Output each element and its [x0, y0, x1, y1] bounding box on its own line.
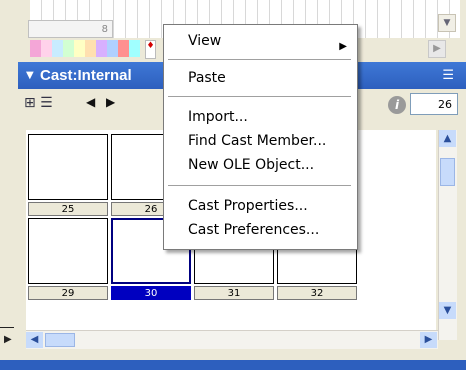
- vertical-scroll-thumb[interactable]: [440, 158, 455, 186]
- chevron-right-icon: ▶: [424, 334, 433, 345]
- horizontal-scroll-thumb[interactable]: [45, 333, 75, 347]
- menu-separator: [168, 96, 351, 97]
- cast-member-thumbnail[interactable]: [28, 218, 108, 284]
- menu-item-label: Paste: [188, 70, 226, 86]
- cast-member-number-field[interactable]: 26: [410, 93, 458, 115]
- scroll-down-button[interactable]: ▼: [439, 302, 456, 319]
- color-swatch[interactable]: [129, 40, 140, 57]
- color-swatch[interactable]: [118, 40, 129, 57]
- cast-member-cell[interactable]: 25: [28, 134, 108, 220]
- chevron-left-icon: ◀: [30, 334, 39, 345]
- panel-options-icon[interactable]: ☰: [442, 68, 454, 83]
- menu-item-paste[interactable]: Paste: [164, 68, 357, 88]
- cast-member-number: 32: [277, 286, 357, 300]
- color-swatch[interactable]: [41, 40, 52, 57]
- cast-member-cell[interactable]: 29: [28, 218, 108, 304]
- color-swatch[interactable]: [85, 40, 96, 57]
- color-swatch[interactable]: [52, 40, 63, 57]
- bottom-window-frame: [0, 358, 466, 370]
- left-window-edge: [0, 62, 18, 370]
- menu-item-label: View: [188, 33, 222, 49]
- menu-item-cast-preferences[interactable]: Cast Preferences...: [164, 220, 357, 240]
- score-scroll-down-button[interactable]: ▼: [438, 14, 456, 32]
- next-cast-member-button[interactable]: ▶: [106, 95, 115, 109]
- menu-separator: [168, 185, 351, 186]
- chevron-up-icon: ▲: [443, 133, 452, 144]
- score-color-strip: [30, 40, 140, 57]
- previous-cast-member-button[interactable]: ◀: [86, 95, 95, 109]
- frame-number-cell: 8: [28, 20, 113, 38]
- scroll-right-button[interactable]: ▶: [420, 332, 437, 348]
- color-swatch[interactable]: [107, 40, 118, 57]
- play-icon[interactable]: ▶: [4, 334, 12, 345]
- menu-item-cast-properties[interactable]: Cast Properties...: [164, 196, 357, 216]
- color-swatch[interactable]: [96, 40, 107, 57]
- chevron-down-icon: ▼: [443, 18, 451, 28]
- scroll-up-button[interactable]: ▲: [439, 130, 456, 147]
- divider: [0, 327, 14, 328]
- menu-item-label: Find Cast Member...: [188, 133, 327, 149]
- menu-item-label: Import...: [188, 109, 248, 125]
- cast-member-number: 25: [28, 202, 108, 216]
- menu-item-new-ole-object[interactable]: New OLE Object...: [164, 155, 357, 175]
- scroll-left-button[interactable]: ◀: [26, 332, 43, 348]
- cast-window-title: Cast:Internal: [40, 67, 132, 84]
- menu-item-label: New OLE Object...: [188, 157, 315, 173]
- menu-item-view[interactable]: View ▶: [164, 31, 357, 52]
- context-menu: View ▶ Paste Import... Find Cast Member.…: [163, 24, 358, 250]
- color-swatch[interactable]: [74, 40, 85, 57]
- horizontal-scrollbar[interactable]: ◀ ▶: [26, 330, 438, 349]
- menu-item-label: Cast Preferences...: [188, 222, 320, 238]
- color-swatch[interactable]: [30, 40, 41, 57]
- playhead-marker-icon[interactable]: ♦: [145, 40, 156, 59]
- vertical-scrollbar[interactable]: ▲ ▼: [438, 130, 457, 340]
- collapse-arrow-icon[interactable]: ▼: [26, 70, 34, 81]
- frame-number: 8: [101, 24, 108, 35]
- score-scroll-right-button[interactable]: ▶: [428, 40, 446, 58]
- menu-item-find-cast-member[interactable]: Find Cast Member...: [164, 131, 357, 151]
- cast-member-info-icon[interactable]: i: [388, 96, 406, 114]
- menu-item-import[interactable]: Import...: [164, 107, 357, 127]
- chevron-right-icon: ▶: [433, 43, 441, 54]
- menu-separator: [168, 59, 351, 60]
- menu-item-label: Cast Properties...: [188, 198, 308, 214]
- color-swatch[interactable]: [63, 40, 74, 57]
- cast-member-number: 31: [194, 286, 274, 300]
- cast-member-number: 30: [111, 286, 191, 300]
- cast-view-style-toggle[interactable]: ⊞ ☰: [24, 95, 74, 115]
- cast-member-thumbnail[interactable]: [28, 134, 108, 200]
- chevron-down-icon: ▼: [443, 305, 452, 316]
- submenu-arrow-icon: ▶: [339, 41, 347, 52]
- cast-member-number: 29: [28, 286, 108, 300]
